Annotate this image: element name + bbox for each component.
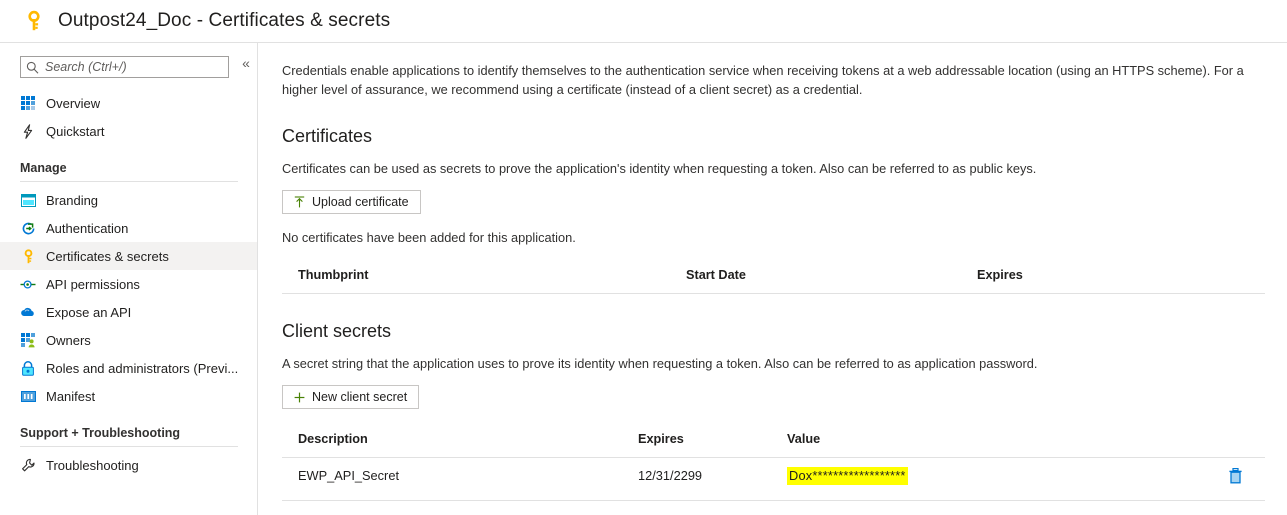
window-title-bar: Outpost24_Doc - Certificates & secrets [0,0,1287,42]
client-secrets-table-header: Description Expires Value [282,428,1265,450]
client-secrets-row-rule [282,500,1265,501]
sidebar-item-label: Owners [46,333,91,348]
branding-window-icon [20,192,36,208]
authentication-icon [20,220,36,236]
page-title: Outpost24_Doc - Certificates & secrets [58,10,390,32]
table-row[interactable]: EWP_API_Secret 12/31/2299 Dox***********… [282,458,1265,493]
sidebar-item-label: Overview [46,96,100,111]
cloud-icon [20,304,36,320]
new-client-secret-button[interactable]: New client secret [282,385,419,409]
grid-overview-icon [20,95,36,111]
sidebar-item-authentication[interactable]: Authentication [0,214,257,242]
client-secrets-description: A secret string that the application use… [282,355,1265,373]
manifest-icon [20,388,36,404]
certificates-table-rule [282,293,1265,294]
sidebar-item-certificates-and-secrets[interactable]: Certificates & secrets [0,242,257,270]
sidebar-section-divider [20,446,238,447]
sidebar-item-label: Troubleshooting [46,458,139,473]
search-box[interactable] [20,56,229,78]
sidebar-item-owners[interactable]: Owners [0,326,257,354]
sidebar-item-label: Authentication [46,221,128,236]
sidebar: « Overvie [0,43,258,515]
new-client-secret-label: New client secret [312,390,407,404]
credentials-intro-text: Credentials enable applications to ident… [282,61,1247,99]
lightning-bolt-icon [20,123,36,139]
column-header-start-date: Start Date [686,268,977,282]
page-body: « Overvie [0,43,1287,515]
sidebar-section-support-title: Support + Troubleshooting [0,426,257,440]
client-secrets-heading: Client secrets [282,321,1265,342]
sidebar-item-label: Roles and administrators (Previ... [46,361,238,376]
certificates-description: Certificates can be used as secrets to p… [282,160,1265,178]
column-header-expires: Expires [638,432,787,446]
certificates-heading: Certificates [282,126,1265,147]
trash-icon[interactable] [1228,468,1243,484]
upload-certificate-button[interactable]: Upload certificate [282,190,421,214]
sidebar-section-manage-title: Manage [0,161,257,175]
api-permissions-icon [20,276,36,292]
owners-icon [20,332,36,348]
column-header-thumbprint: Thumbprint [298,268,686,282]
sidebar-item-branding[interactable]: Branding [0,186,257,214]
client-secrets-table: Description Expires Value EWP_API_Secret… [282,428,1265,501]
certificates-empty-message: No certificates have been added for this… [282,230,1265,245]
sidebar-item-label: Expose an API [46,305,131,320]
secret-expires: 12/31/2299 [638,468,787,483]
sidebar-item-expose-an-api[interactable]: Expose an API [0,298,257,326]
secret-value-cell: Dox****************** [787,467,1228,485]
key-icon [20,248,36,264]
search-icon [26,61,39,74]
sidebar-nav: Overview Quickstart Manage [0,89,257,479]
upload-arrow-icon [294,196,305,208]
sidebar-item-manifest[interactable]: Manifest [0,382,257,410]
sidebar-item-roles-and-administrators[interactable]: Roles and administrators (Previ... [0,354,257,382]
sidebar-item-label: Branding [46,193,98,208]
sidebar-item-overview[interactable]: Overview [0,89,257,117]
sidebar-search-row: « [0,43,257,78]
collapse-sidebar-button[interactable]: « [237,56,255,76]
upload-certificate-label: Upload certificate [312,195,409,209]
column-header-expires: Expires [977,268,1265,282]
sidebar-item-api-permissions[interactable]: API permissions [0,270,257,298]
column-header-value: Value [787,432,1265,446]
roles-lock-icon [20,360,36,376]
secret-description: EWP_API_Secret [298,468,638,483]
sidebar-item-troubleshooting[interactable]: Troubleshooting [0,451,257,479]
sidebar-item-label: API permissions [46,277,140,292]
row-actions [1228,468,1265,484]
certificates-table: Thumbprint Start Date Expires [282,264,1265,294]
plus-icon [294,392,305,403]
key-icon [22,9,46,33]
certificates-table-header: Thumbprint Start Date Expires [282,264,1265,286]
search-input[interactable] [45,60,223,74]
sidebar-item-label: Certificates & secrets [46,249,169,264]
sidebar-section-divider [20,181,238,182]
sidebar-item-quickstart[interactable]: Quickstart [0,117,257,145]
column-header-description: Description [298,432,638,446]
secret-value-highlighted[interactable]: Dox****************** [787,467,908,485]
sidebar-item-label: Quickstart [46,124,105,139]
sidebar-item-label: Manifest [46,389,95,404]
wrench-icon [20,457,36,473]
main-content: Credentials enable applications to ident… [258,43,1287,515]
